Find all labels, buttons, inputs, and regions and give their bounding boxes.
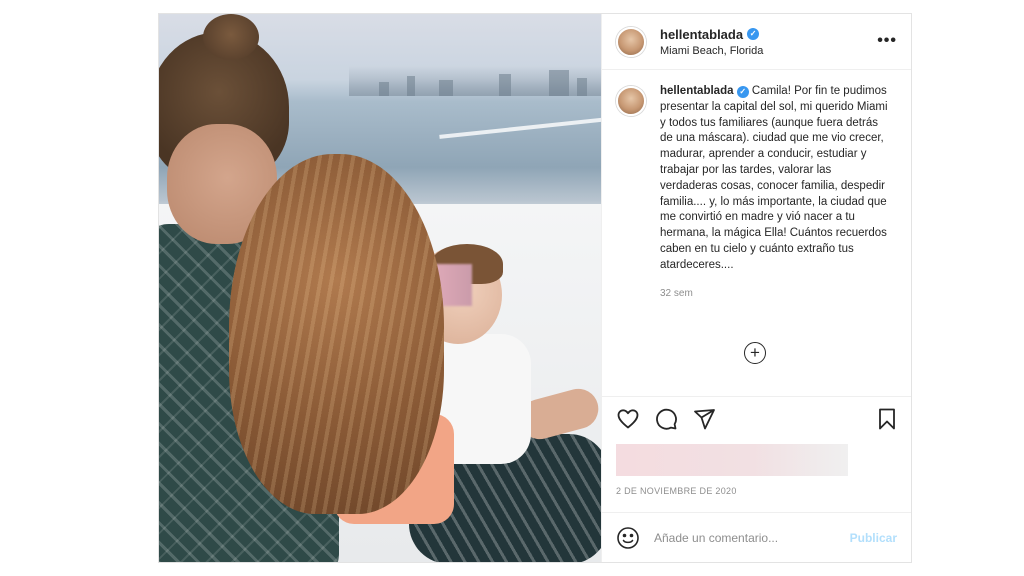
caption-avatar[interactable] [616,86,646,116]
paper-plane-icon[interactable] [692,407,716,431]
instagram-post: hellentablada ✓ Miami Beach, Florida •••… [158,13,912,563]
comment-input[interactable] [654,530,842,545]
bookmark-icon[interactable] [875,407,899,431]
comment-box: Publicar [602,512,911,562]
caption-area: hellentablada ✓ Camila! Por fin te pudim… [602,70,911,396]
user-row: hellentablada ✓ [660,27,763,42]
heart-icon[interactable] [616,407,640,431]
likes-redacted-bar [616,444,848,476]
caption-body: hellentablada ✓ Camila! Por fin te pudim… [660,84,888,396]
comment-icon[interactable] [654,407,678,431]
action-bar [602,396,911,440]
hair-bun [203,14,259,60]
header-text: hellentablada ✓ Miami Beach, Florida [660,27,763,57]
avatar[interactable] [616,26,646,57]
verified-badge-icon: ✓ [747,28,760,40]
likes-redacted [602,440,911,476]
more-options-icon[interactable]: ••• [877,32,897,50]
post-photo[interactable] [159,14,601,562]
smiley-icon[interactable] [616,526,640,550]
city-skyline [349,66,601,96]
caption-username-link[interactable]: hellentablada [660,85,734,97]
time-ago[interactable]: 32 sem [660,288,888,299]
verified-badge-icon: ✓ [736,86,749,98]
post-date[interactable]: 2 DE NOVIEMBRE DE 2020 [602,474,911,512]
load-more-comments-icon[interactable]: + [744,342,766,364]
post-sidebar: hellentablada ✓ Miami Beach, Florida •••… [601,14,911,562]
boat-rail [439,117,601,139]
publish-button[interactable]: Publicar [850,531,897,545]
girl-hair [229,154,444,514]
post-header: hellentablada ✓ Miami Beach, Florida ••• [602,14,911,70]
caption-body-text: Camila! Por fin te pudimos presentar la … [660,85,888,271]
username-link[interactable]: hellentablada [660,27,743,42]
location-link[interactable]: Miami Beach, Florida [660,45,763,57]
caption-text: hellentablada ✓ Camila! Por fin te pudim… [660,84,888,274]
